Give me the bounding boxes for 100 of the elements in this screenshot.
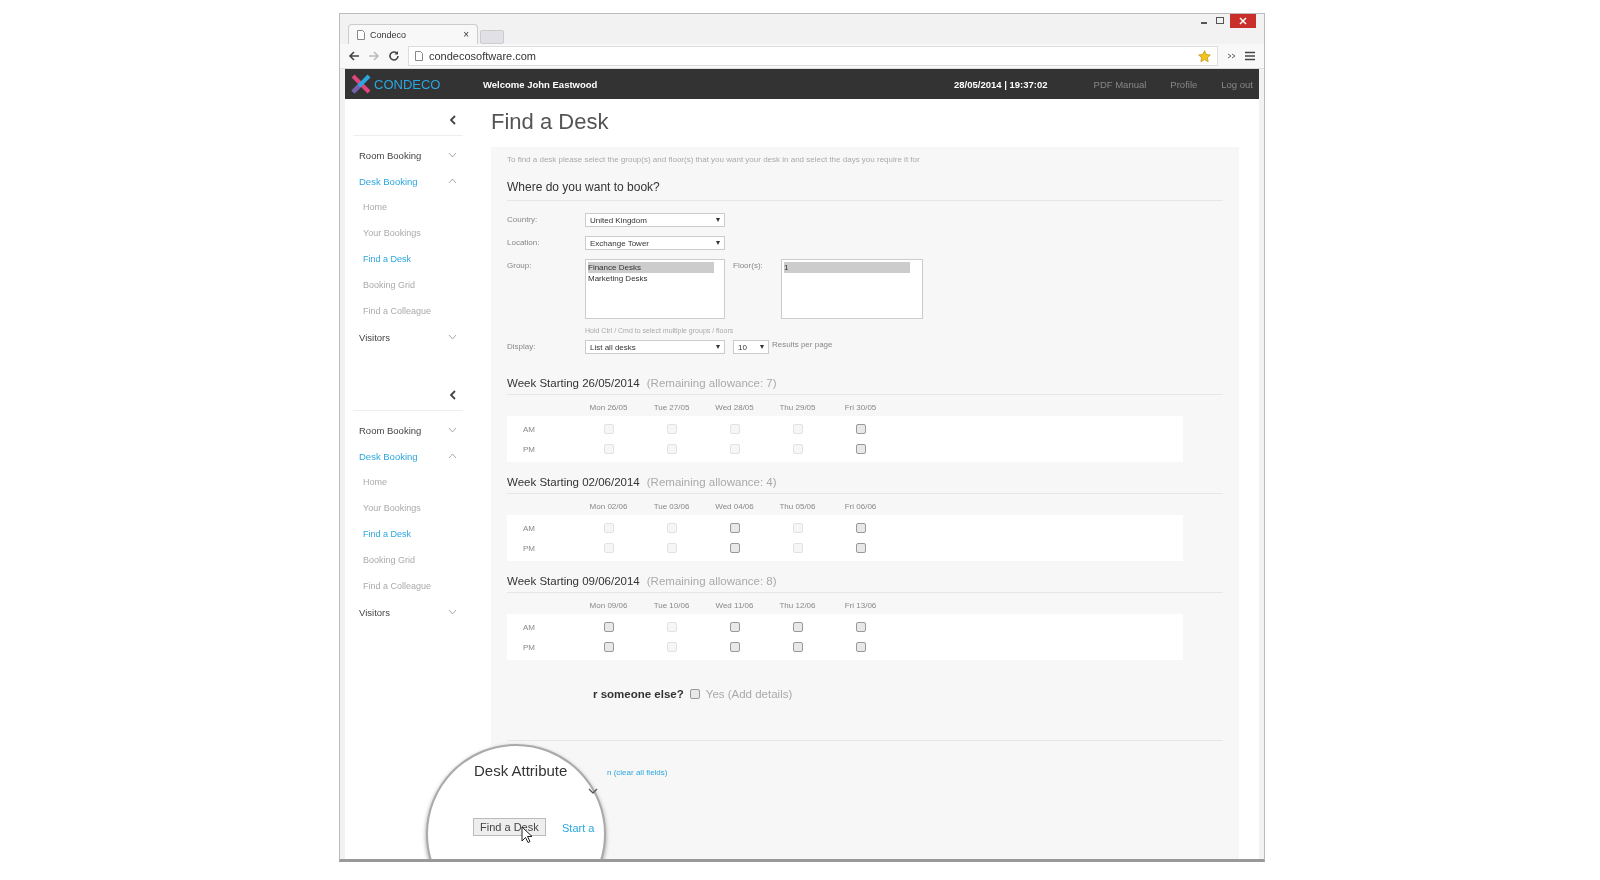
day-checkbox[interactable]	[855, 622, 866, 632]
header-link[interactable]: PDF Manual	[1093, 78, 1147, 90]
logo-icon	[351, 74, 371, 94]
checkbox-label: Yes (Add details)	[705, 688, 793, 700]
sidebar-item[interactable]: Desk Booking	[353, 168, 463, 194]
day-label: Thu 29/05	[778, 403, 817, 412]
day-label: Wed 28/05	[714, 403, 755, 412]
per-page-label: Results per page	[772, 340, 833, 349]
day-checkbox[interactable]	[855, 424, 866, 434]
day-checkbox[interactable]	[792, 642, 803, 652]
country-select[interactable]: United Kingdom	[585, 213, 725, 227]
week-title: Week Starting 09/06/2014	[507, 575, 640, 587]
section-heading: Where do you want to book?	[507, 180, 1223, 201]
sidebar-subitem[interactable]: Home	[353, 194, 463, 220]
week-title: Week Starting 02/06/2014	[507, 476, 640, 488]
day-checkbox[interactable]	[603, 642, 614, 652]
day-checkbox[interactable]	[729, 543, 740, 553]
section-heading: Desk Attribute	[474, 762, 568, 779]
day-checkbox[interactable]	[729, 622, 740, 632]
tab-close[interactable]: ×	[463, 29, 469, 40]
date-time: 28/05/2014 | 19:37:02	[954, 78, 1048, 90]
start-again-link[interactable]: Start a	[562, 822, 595, 834]
sidebar-item[interactable]: Desk Booking	[353, 443, 463, 469]
sidebar-subitem[interactable]: Home	[353, 469, 463, 495]
forward-icon[interactable]	[368, 50, 380, 62]
sidebar-item[interactable]: Visitors	[353, 599, 463, 625]
day-checkbox[interactable]	[603, 622, 614, 632]
sidebar-item[interactable]: Visitors	[353, 324, 463, 350]
collapse-icon[interactable]	[449, 115, 457, 125]
day-label: Fri 30/05	[843, 403, 878, 412]
browser-tab[interactable]: Condeco ×	[348, 24, 478, 44]
day-label: Mon 26/05	[588, 403, 629, 412]
day-label: Thu 05/06	[778, 502, 817, 511]
extensions-icon[interactable]	[1226, 51, 1236, 61]
clear-link[interactable]: n (clear all fields)	[607, 768, 668, 777]
allowance-text: (Remaining allowance: 7)	[646, 377, 777, 389]
header-link[interactable]: Profile	[1170, 78, 1198, 90]
day-label: Wed 04/06	[714, 502, 755, 511]
sidebar-item[interactable]: Room Booking	[353, 417, 463, 443]
header-link[interactable]: Log out	[1221, 78, 1253, 90]
back-icon[interactable]	[348, 50, 360, 62]
page-title: Find a Desk	[491, 109, 610, 135]
sidebar-subitem[interactable]: Booking Grid	[353, 272, 463, 298]
star-icon[interactable]	[1198, 49, 1211, 63]
day-checkbox[interactable]	[729, 642, 740, 652]
question-text: r someone else?	[593, 688, 684, 700]
day-checkbox[interactable]	[855, 543, 866, 553]
close-icon[interactable]	[1230, 14, 1256, 28]
slot-label: AM	[522, 622, 536, 632]
page-icon	[357, 29, 365, 40]
day-label: Tue 10/06	[652, 601, 691, 610]
slot-label: PM	[522, 444, 536, 454]
sidebar-subitem[interactable]: Find a Desk	[353, 246, 463, 272]
maximize-icon[interactable]	[1214, 16, 1226, 26]
allowance-text: (Remaining allowance: 4)	[646, 476, 777, 488]
day-label: Thu 12/06	[778, 601, 817, 610]
day-label: Mon 09/06	[588, 601, 629, 610]
day-checkbox[interactable]	[855, 444, 866, 454]
sidebar-subitem[interactable]: Find a Desk	[353, 521, 463, 547]
checkbox[interactable]	[689, 689, 700, 699]
field-label: Country:	[507, 214, 539, 224]
per-page-select[interactable]: 10	[733, 340, 769, 354]
day-checkbox[interactable]	[855, 642, 866, 652]
floor-list[interactable]: 1	[781, 259, 923, 319]
sidebar-subitem[interactable]: Find a Colleague	[353, 298, 463, 324]
location-select[interactable]: Exchange Tower	[585, 236, 725, 250]
day-label: Wed 11/06	[714, 601, 755, 610]
day-label: Mon 02/06	[588, 502, 629, 511]
day-label: Fri 13/06	[843, 601, 878, 610]
field-label: Group:	[507, 260, 533, 270]
day-label: Tue 03/06	[652, 502, 691, 511]
reload-icon[interactable]	[388, 50, 400, 62]
sidebar-subitem[interactable]: Find a Colleague	[353, 573, 463, 599]
collapse-icon[interactable]	[449, 390, 457, 400]
menu-icon[interactable]	[1244, 50, 1256, 62]
display-select[interactable]: List all desks	[585, 340, 725, 354]
chevron-icon	[588, 788, 598, 795]
logo-text: CONDECO	[374, 76, 441, 92]
page-icon	[415, 51, 423, 61]
day-checkbox[interactable]	[855, 523, 866, 533]
welcome-text: Welcome John Eastwood	[483, 78, 599, 90]
day-checkbox[interactable]	[729, 523, 740, 533]
day-label: Fri 06/06	[843, 502, 878, 511]
sidebar-subitem[interactable]: Your Bookings	[353, 220, 463, 246]
field-label: Floor(s):	[732, 260, 764, 270]
sidebar-subitem[interactable]: Booking Grid	[353, 547, 463, 573]
slot-label: PM	[522, 642, 536, 652]
group-list[interactable]: Finance Desks Marketing Desks	[585, 259, 725, 319]
tab-title: Condeco	[370, 29, 408, 40]
day-checkbox[interactable]	[792, 622, 803, 632]
allowance-text: (Remaining allowance: 8)	[646, 575, 777, 587]
week-title: Week Starting 26/05/2014	[507, 377, 640, 389]
field-label: Location:	[507, 237, 541, 247]
address-bar[interactable]: condecosoftware.com	[408, 46, 1218, 66]
field-label: Display:	[507, 341, 537, 351]
slot-label: AM	[522, 424, 536, 434]
slot-label: PM	[522, 543, 536, 553]
sidebar-subitem[interactable]: Your Bookings	[353, 495, 463, 521]
sidebar-item[interactable]: Room Booking	[353, 142, 463, 168]
slot-label: AM	[522, 523, 536, 533]
